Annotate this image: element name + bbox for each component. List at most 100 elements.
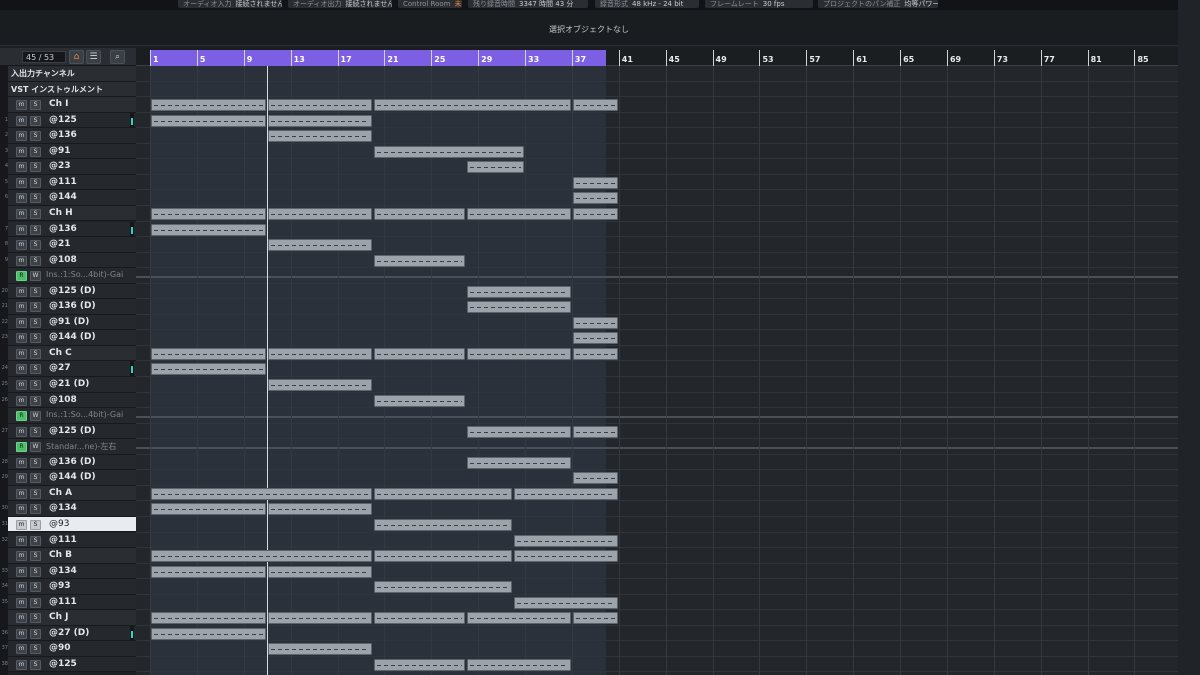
solo-button[interactable]: S <box>30 162 41 173</box>
midi-track[interactable]: 7 m S @136 <box>5 221 136 238</box>
solo-button[interactable]: S <box>30 364 41 375</box>
midi-track[interactable]: 20 m S @125 (D) <box>2 283 136 300</box>
solo-button[interactable]: S <box>30 582 41 593</box>
midi-track[interactable]: 38 m S @125 <box>2 656 136 673</box>
mute-button[interactable]: m <box>16 380 27 390</box>
midi-part[interactable] <box>572 472 618 485</box>
midi-part[interactable] <box>268 130 372 143</box>
midi-part[interactable] <box>373 394 466 407</box>
list-icon[interactable]: ☰ <box>86 50 101 64</box>
mute-button[interactable]: m <box>16 519 27 530</box>
midi-part[interactable] <box>268 239 372 252</box>
mute-button[interactable]: m <box>16 535 27 546</box>
midi-track[interactable]: 28 m S @136 (D) <box>2 454 136 471</box>
mute-button[interactable]: m <box>16 597 27 608</box>
mute-button[interactable]: m <box>16 162 27 173</box>
midi-track[interactable]: 8 m S @21 <box>5 237 136 253</box>
solo-button[interactable]: S <box>30 613 41 624</box>
status-item[interactable]: 録音形式 48 kHz - 24 bit <box>595 0 699 8</box>
solo-button[interactable]: S <box>30 473 41 484</box>
home-icon[interactable]: ⌂ <box>69 50 84 64</box>
midi-part[interactable] <box>514 487 618 500</box>
midi-track[interactable]: 22 m S @91 (D) <box>2 314 136 331</box>
midi-part[interactable] <box>151 207 267 220</box>
midi-track[interactable]: 5 m S @111 <box>5 174 136 191</box>
solo-button[interactable]: S <box>30 348 41 359</box>
midi-part[interactable] <box>572 316 618 329</box>
mute-button[interactable]: m <box>16 131 27 142</box>
solo-button[interactable]: S <box>30 457 41 468</box>
midi-part[interactable] <box>151 114 267 127</box>
midi-part[interactable] <box>467 301 571 314</box>
read-automation-button[interactable]: R <box>16 442 27 453</box>
midi-track[interactable]: 35 m S @111 <box>2 594 136 611</box>
solo-button[interactable]: S <box>30 100 41 111</box>
midi-track[interactable]: 32 m S @111 <box>2 532 136 549</box>
midi-part[interactable] <box>572 192 618 205</box>
write-automation-button[interactable]: W <box>30 411 41 422</box>
folder-track[interactable]: m S Ch J <box>8 610 136 626</box>
mute-button[interactable]: m <box>16 457 27 468</box>
playhead[interactable] <box>267 66 269 675</box>
midi-part[interactable] <box>151 627 267 640</box>
mute-button[interactable]: m <box>16 582 27 593</box>
midi-part[interactable] <box>373 207 466 220</box>
solo-button[interactable]: S <box>30 193 41 204</box>
mute-button[interactable]: m <box>16 255 27 266</box>
read-automation-button[interactable]: R <box>16 411 27 422</box>
midi-part[interactable] <box>373 658 466 671</box>
mute-button[interactable]: m <box>16 504 27 515</box>
mute-button[interactable]: m <box>16 333 27 344</box>
midi-track[interactable]: 34 m S @93 <box>2 579 136 595</box>
midi-track[interactable]: 33 m S @134 <box>2 563 136 580</box>
midi-part[interactable] <box>572 347 618 360</box>
solo-button[interactable]: S <box>30 255 41 266</box>
track-group-label[interactable]: VST インストゥルメント <box>8 81 136 98</box>
midi-part[interactable] <box>373 254 466 267</box>
mute-button[interactable]: m <box>16 644 27 655</box>
search-icon[interactable]: ⌕ <box>110 50 125 64</box>
mute-button[interactable]: m <box>16 613 27 624</box>
arrange-scrollbar[interactable] <box>1178 46 1200 675</box>
midi-part[interactable] <box>373 145 525 158</box>
midi-track[interactable]: 36 m S @27 (D) <box>2 625 136 642</box>
mute-button[interactable]: m <box>16 395 27 406</box>
midi-track[interactable]: 27 m S @125 (D) <box>2 423 136 440</box>
ruler[interactable]: 1 5 9 13 17 21 25 29 33 37 41 45 49 53 57 61 65 69 73 77 81 8… <box>136 48 1178 66</box>
midi-part[interactable] <box>268 379 372 391</box>
mute-button[interactable]: m <box>16 177 27 188</box>
solo-button[interactable]: S <box>30 551 41 562</box>
solo-button[interactable]: S <box>30 519 41 530</box>
midi-track[interactable]: 26 m S @108 <box>2 392 136 409</box>
midi-track[interactable]: 3 m S @91 <box>5 143 136 160</box>
track-group-label[interactable]: 入出力チャンネル <box>8 66 136 82</box>
midi-track[interactable]: 6 m S @144 <box>5 190 136 206</box>
midi-track[interactable]: 25 m S @21 (D) <box>2 377 136 393</box>
solo-button[interactable]: S <box>30 628 41 639</box>
mute-button[interactable]: m <box>16 488 27 499</box>
midi-part[interactable] <box>151 99 267 112</box>
solo-button[interactable]: S <box>30 286 41 297</box>
status-item[interactable]: オーディオ出力 接続されません <box>288 0 392 8</box>
mute-button[interactable]: m <box>16 193 27 204</box>
midi-track[interactable]: 37 m S @90 <box>2 641 136 657</box>
midi-part[interactable] <box>151 347 267 360</box>
midi-track[interactable]: 31 m S @93 <box>2 516 136 533</box>
solo-button[interactable]: S <box>30 426 41 437</box>
midi-part[interactable] <box>373 487 513 500</box>
midi-track[interactable]: 2 m S @136 <box>5 128 136 144</box>
midi-part[interactable] <box>151 363 267 376</box>
solo-button[interactable]: S <box>30 380 41 390</box>
midi-part[interactable] <box>268 643 372 656</box>
read-automation-button[interactable]: R <box>16 271 27 282</box>
solo-button[interactable]: S <box>30 240 41 251</box>
midi-part[interactable] <box>572 176 618 189</box>
midi-part[interactable] <box>151 550 372 563</box>
midi-part[interactable] <box>572 332 618 345</box>
insert-track[interactable]: R W Ins.:1:So...4bit)-Gai <box>8 268 136 284</box>
status-item[interactable]: オーディオ入力 接続されません <box>178 0 282 8</box>
mute-button[interactable]: m <box>16 115 27 126</box>
solo-button[interactable]: S <box>30 488 41 499</box>
solo-button[interactable]: S <box>30 224 41 235</box>
midi-part[interactable] <box>514 596 618 609</box>
